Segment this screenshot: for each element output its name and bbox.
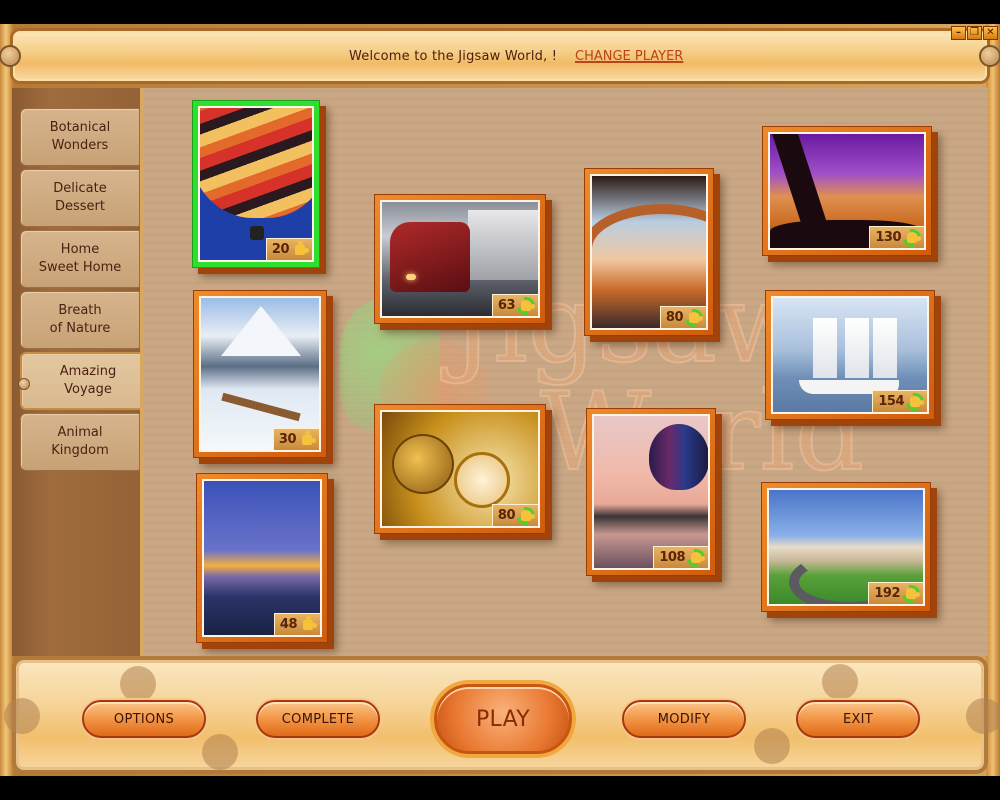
banner-knob-left	[0, 45, 21, 67]
piece-count-badge: 130	[869, 225, 924, 248]
piece-count-badge: 192	[868, 581, 923, 604]
piece-count-badge: 30	[272, 428, 319, 450]
puzzle-thumb-tall-ship[interactable]: 154	[765, 290, 935, 420]
decor-puzzle-knob	[120, 666, 156, 702]
category-delicate-dessert[interactable]: Delicate Dessert	[20, 169, 140, 227]
category-label: Animal Kingdom	[51, 425, 109, 458]
piece-count-badge: 80	[659, 305, 706, 328]
puzzle-image: 130	[768, 132, 926, 250]
puzzle-image: 30	[199, 296, 321, 452]
puzzle-thumb-compass[interactable]: 80	[374, 404, 546, 534]
restore-button[interactable]: ❐	[967, 26, 982, 40]
decor-puzzle-knob	[822, 664, 858, 700]
piece-count-badge: 108	[653, 545, 708, 568]
category-label: Botanical Wonders	[49, 120, 111, 153]
puzzle-image: 63	[380, 200, 540, 318]
puzzle-thumb-badlands-road[interactable]: 192	[761, 482, 931, 612]
piece-count-badge: 63	[491, 293, 538, 316]
category-sidebar: Botanical Wonders Delicate Dessert Home …	[12, 88, 154, 656]
header-banner: Welcome to the Jigsaw World, ! CHANGE PL…	[0, 28, 1000, 84]
puzzle-thumb-overpass[interactable]: 80	[584, 168, 714, 336]
rotate-puzzle-icon	[683, 545, 708, 568]
frame-right-edge	[986, 24, 1000, 776]
window-controls: – ❐ ✕	[951, 26, 998, 40]
active-indicator-knob	[18, 378, 30, 390]
puzzle-thumb-balloon[interactable]: 20	[192, 100, 320, 268]
piece-count-badge: 80	[491, 503, 538, 526]
puzzle-thumb-winter-train[interactable]: 30	[193, 290, 327, 458]
puzzle-piece-icon	[299, 430, 316, 448]
category-label: Home Sweet Home	[38, 242, 122, 275]
decor-puzzle-knob	[966, 698, 1000, 734]
puzzle-image: 80	[590, 174, 708, 330]
rotate-puzzle-icon	[902, 389, 927, 412]
rotate-puzzle-icon	[899, 225, 924, 248]
category-amazing-voyage[interactable]: Amazing Voyage	[18, 352, 154, 410]
category-home-sweet-home[interactable]: Home Sweet Home	[20, 230, 140, 288]
puzzle-image: 108	[592, 414, 710, 570]
decor-puzzle-knob	[4, 698, 40, 734]
category-label: Delicate Dessert	[53, 181, 107, 214]
banner-knob-right	[979, 45, 1000, 67]
rotate-puzzle-icon	[681, 305, 706, 328]
puzzle-thumb-sunset-highway[interactable]: 48	[196, 473, 328, 643]
category-animal-kingdom[interactable]: Animal Kingdom	[20, 413, 140, 471]
piece-count-badge: 20	[265, 238, 312, 260]
decor-puzzle-knob	[754, 728, 790, 764]
category-botanical-wonders[interactable]: Botanical Wonders	[20, 108, 140, 166]
action-bar: OPTIONS COMPLETE PLAY MODIFY EXIT	[4, 656, 1000, 774]
piece-count-badge: 48	[273, 613, 320, 635]
category-label: Amazing Voyage	[59, 364, 117, 397]
decor-puzzle-knob	[202, 734, 238, 770]
close-button[interactable]: ✕	[983, 26, 998, 40]
puzzle-thumb-balloon-lake[interactable]: 108	[586, 408, 716, 576]
play-button[interactable]: PLAY	[434, 684, 572, 754]
options-button[interactable]: OPTIONS	[82, 700, 206, 738]
category-label: Breath of Nature	[49, 303, 111, 336]
modify-button[interactable]: MODIFY	[622, 700, 746, 738]
puzzle-thumb-truck[interactable]: 63	[374, 194, 546, 324]
puzzle-piece-icon	[300, 615, 317, 633]
rotate-puzzle-icon	[898, 581, 923, 604]
change-player-link[interactable]: CHANGE PLAYER	[575, 49, 683, 64]
puzzle-image: 192	[767, 488, 925, 606]
piece-count-badge: 154	[872, 389, 927, 412]
puzzle-image: 80	[380, 410, 540, 528]
puzzle-image: 154	[771, 296, 929, 414]
welcome-message: Welcome to the Jigsaw World, !	[349, 49, 558, 64]
complete-button[interactable]: COMPLETE	[256, 700, 380, 738]
puzzle-thumb-desert-drive[interactable]: 130	[762, 126, 932, 256]
puzzle-image: 20	[198, 106, 314, 262]
jigsaw-world-app: Welcome to the Jigsaw World, ! CHANGE PL…	[0, 0, 1000, 800]
exit-button[interactable]: EXIT	[796, 700, 920, 738]
rotate-puzzle-icon	[513, 293, 538, 316]
sidebar-divider	[140, 88, 144, 656]
category-breath-of-nature[interactable]: Breath of Nature	[20, 291, 140, 349]
rotate-puzzle-icon	[513, 503, 538, 526]
puzzle-piece-icon	[292, 240, 309, 258]
puzzle-image: 48	[202, 479, 322, 637]
minimize-button[interactable]: –	[951, 26, 966, 40]
